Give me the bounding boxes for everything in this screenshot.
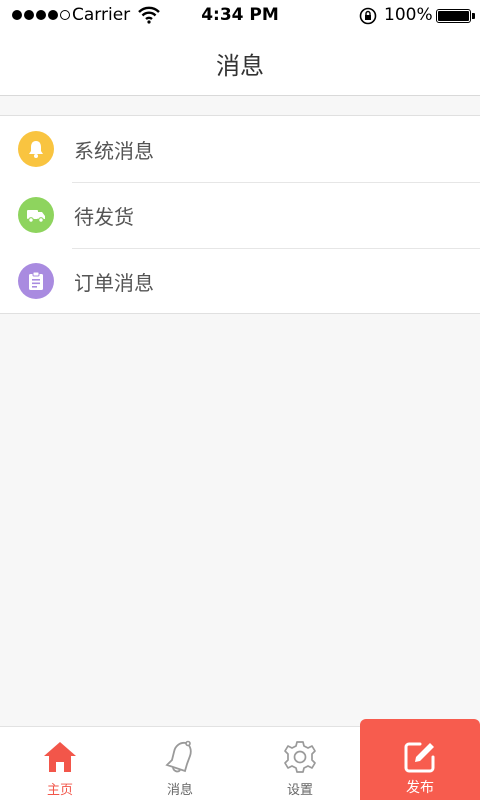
tab-publish[interactable]: 发布 [360, 719, 480, 800]
tab-label: 发布 [406, 780, 434, 796]
list-item-order-messages[interactable]: 订单消息 [0, 248, 480, 314]
status-bar: Carrier 4:34 PM 100% [0, 0, 480, 32]
truck-icon [18, 197, 54, 233]
battery-percentage: 100% [384, 5, 433, 25]
clipboard-icon [18, 263, 54, 299]
gear-icon [283, 739, 317, 775]
message-category-list: 系统消息 待发货 订单消息 [0, 115, 480, 314]
tab-bar: 主页 消息 设置 发布 [0, 719, 480, 800]
list-item-pending-shipment[interactable]: 待发货 [0, 182, 480, 248]
tab-messages[interactable]: 消息 [120, 727, 240, 800]
list-item-label: 订单消息 [74, 270, 154, 295]
edit-icon [403, 739, 437, 775]
rotation-lock-icon [358, 6, 378, 31]
home-icon [42, 739, 78, 775]
tab-label: 消息 [166, 783, 193, 798]
bell-icon [18, 131, 54, 167]
battery-icon [436, 9, 475, 23]
tab-home[interactable]: 主页 [0, 727, 120, 800]
navigation-bar: 消息 [0, 32, 480, 96]
tab-settings[interactable]: 设置 [240, 727, 360, 800]
list-item-system-messages[interactable]: 系统消息 [0, 116, 480, 182]
list-item-label: 待发货 [74, 204, 134, 229]
page-title: 消息 [216, 52, 264, 80]
screen: Carrier 4:34 PM 100% 消息 系统消息 待发货 订单消息 主页… [0, 0, 480, 800]
tab-label: 主页 [46, 783, 73, 798]
bell-outline-icon [164, 739, 196, 775]
list-item-label: 系统消息 [74, 138, 154, 163]
tab-label: 设置 [286, 783, 313, 798]
